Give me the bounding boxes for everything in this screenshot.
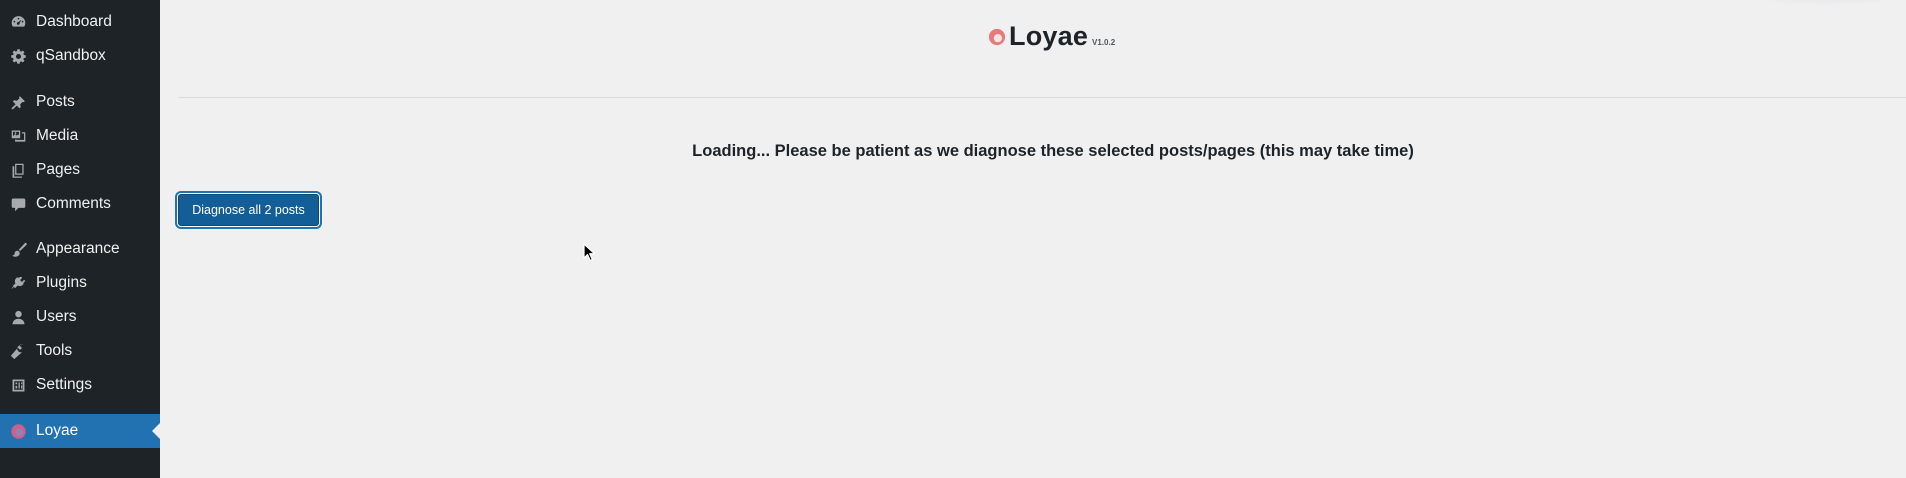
sidebar-item-label: Users (36, 308, 77, 325)
sidebar-item-settings[interactable]: Settings (0, 368, 160, 402)
brush-icon (0, 232, 36, 266)
wrench-icon (0, 334, 36, 368)
sidebar-item-pages[interactable]: Pages (0, 153, 160, 187)
diagnose-all-posts-button[interactable]: Diagnose all 2 posts (178, 194, 319, 226)
sidebar-item-label: Plugins (36, 274, 87, 291)
sidebar-item-label: Tools (36, 342, 73, 359)
sidebar-item-label: Posts (36, 93, 75, 110)
loyae-logo-icon (988, 28, 1006, 46)
plugin-header: Loyae V1.0.2 (988, 21, 1115, 52)
sidebar-item-label: Appearance (36, 240, 120, 257)
plug-icon (0, 266, 36, 300)
mouse-pointer-icon (583, 243, 596, 262)
sidebar-item-label: Comments (36, 195, 111, 212)
sidebar-item-tools[interactable]: Tools (0, 334, 160, 368)
header-divider (178, 97, 1906, 98)
sidebar-item-qsandbox[interactable]: qSandbox (0, 39, 160, 73)
media-icon (0, 119, 36, 153)
current-page-indicator (152, 423, 160, 439)
sidebar-item-label: qSandbox (36, 47, 106, 64)
sidebar-item-dashboard[interactable]: Dashboard (0, 5, 160, 39)
gear-icon (0, 39, 36, 73)
sidebar-item-comments[interactable]: Comments (0, 187, 160, 221)
sidebar-item-label: Loyae (36, 422, 79, 439)
sidebar-item-users[interactable]: Users (0, 300, 160, 334)
user-icon (0, 300, 36, 334)
admin-sidebar: Dashboard qSandbox Posts Media Pages Com… (0, 0, 160, 478)
plugin-title: Loyae (1009, 21, 1089, 51)
plugin-version: V1.0.2 (1092, 38, 1116, 47)
sidebar-item-label: Pages (36, 161, 80, 178)
comment-icon (0, 187, 36, 221)
sidebar-item-posts[interactable]: Posts (0, 85, 160, 119)
sliders-icon (0, 368, 36, 402)
main-content: Loyae V1.0.2 Loading... Please be patien… (160, 0, 1906, 478)
dashboard-icon (0, 5, 36, 39)
sidebar-item-label: Dashboard (36, 13, 112, 30)
sidebar-item-media[interactable]: Media (0, 119, 160, 153)
sidebar-item-label: Settings (36, 376, 93, 393)
sidebar-item-plugins[interactable]: Plugins (0, 266, 160, 300)
pages-icon (0, 153, 36, 187)
sidebar-item-loyae[interactable]: Loyae (0, 414, 160, 448)
loyae-logo-icon (0, 414, 36, 448)
pin-icon (0, 85, 36, 119)
sidebar-item-label: Media (36, 127, 79, 144)
sidebar-item-appearance[interactable]: Appearance (0, 232, 160, 266)
loading-message: Loading... Please be patient as we diagn… (692, 142, 1414, 160)
